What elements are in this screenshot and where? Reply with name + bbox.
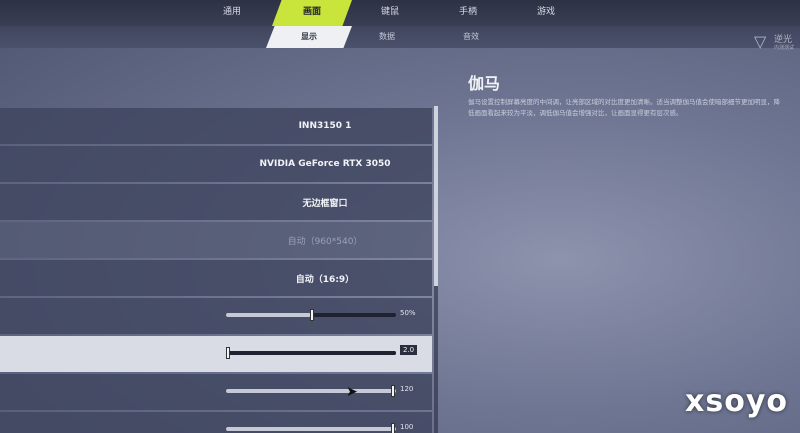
setting-row-slider-4: 100 — [0, 412, 432, 433]
tab-display[interactable]: 画面 — [272, 0, 352, 26]
slider-knob[interactable] — [391, 385, 395, 397]
slider-track[interactable] — [226, 309, 396, 321]
slider-track[interactable] — [226, 347, 396, 359]
slider-fill — [226, 351, 396, 355]
description-text: 伽马设置控制屏幕亮度的中间调，让亮部区域的对比度更加清晰。适当调整伽马值会使暗部… — [468, 98, 780, 117]
setting-row-slider-1: 50% — [0, 298, 432, 334]
subtab-data[interactable]: 数据 — [352, 26, 422, 48]
slider-fill — [226, 313, 311, 317]
setting-row-gpu[interactable]: NVIDIA GeForce RTX 3050 — [0, 146, 432, 182]
setting-value: INN3150 1 — [298, 121, 352, 131]
setting-row-window-mode[interactable]: 无边框窗口 — [0, 184, 432, 220]
setting-row-gamma: 2.0 — [0, 336, 432, 372]
logo-emblem-icon: ▽ — [754, 32, 767, 51]
description-title: 伽马 — [468, 74, 501, 93]
settings-scrollbar[interactable] — [434, 106, 438, 433]
slider-track[interactable] — [226, 423, 396, 433]
logo-subtext: 内测测试 — [774, 45, 795, 51]
slider-fill — [226, 389, 396, 393]
slider-track[interactable] — [226, 385, 396, 397]
slider-value: 50% — [400, 309, 416, 317]
watermark-logo: xsoyo — [685, 384, 788, 419]
setting-value: 自动（16:9） — [295, 274, 355, 285]
subtab-display[interactable]: 显示 — [266, 26, 352, 48]
setting-value: NVIDIA GeForce RTX 3050 — [259, 159, 391, 169]
slider-value: 120 — [400, 385, 414, 393]
subtab-audio[interactable]: 音效 — [436, 26, 506, 48]
setting-row-monitor[interactable]: INN3150 1 — [0, 108, 432, 144]
tab-game[interactable]: 游戏 — [516, 0, 576, 26]
tab-general[interactable]: 通用 — [202, 0, 262, 26]
setting-row-aspect-ratio[interactable]: 自动（16:9） — [0, 260, 432, 296]
game-logo: ▽ 逆光 内测测试 — [754, 30, 794, 56]
setting-row-slider-3: 120 — [0, 374, 432, 410]
slider-value: 100 — [400, 423, 414, 431]
tab-mouse-keyboard[interactable]: 键鼠 — [360, 0, 420, 26]
setting-row-resolution: 自动（960*540） — [0, 222, 432, 258]
settings-list: INN3150 1 NVIDIA GeForce RTX 3050 无边框窗口 … — [0, 108, 432, 433]
mouse-cursor-icon: ➤ — [346, 384, 358, 400]
slider-knob[interactable] — [226, 347, 230, 359]
slider-fill — [226, 427, 396, 431]
setting-value: 自动（960*540） — [287, 236, 363, 247]
tab-controller[interactable]: 手柄 — [438, 0, 498, 26]
slider-knob[interactable] — [391, 423, 395, 433]
slider-value: 2.0 — [400, 345, 418, 355]
scrollbar-thumb[interactable] — [434, 106, 438, 286]
setting-value: 无边框窗口 — [302, 198, 348, 209]
slider-knob[interactable] — [310, 309, 314, 321]
